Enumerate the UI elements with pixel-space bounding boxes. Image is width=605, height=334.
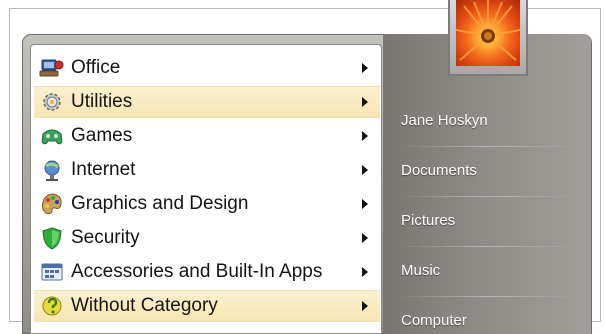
submenu-arrow-icon	[362, 267, 368, 277]
divider	[396, 196, 576, 197]
menu-item-without-category[interactable]: Without Category	[34, 290, 380, 322]
computer-link[interactable]: Computer	[401, 312, 467, 329]
menu-item-label: Utilities	[71, 91, 133, 112]
divider	[396, 146, 576, 147]
documents-link[interactable]: Documents	[401, 162, 477, 179]
menu-item-security[interactable]: Security	[34, 222, 380, 254]
menu-item-games[interactable]: Games	[34, 120, 380, 152]
divider	[396, 296, 576, 297]
utilities-gear-icon	[39, 89, 65, 115]
submenu-arrow-icon	[362, 97, 368, 107]
menu-item-internet[interactable]: Internet	[34, 154, 380, 186]
menu-item-label: Accessories and Built-In Apps	[71, 261, 323, 282]
menu-item-label: Internet	[71, 159, 136, 180]
start-menu-right-pane	[383, 34, 591, 334]
user-name-link[interactable]: Jane Hoskyn	[401, 112, 488, 129]
submenu-arrow-icon	[362, 165, 368, 175]
submenu-arrow-icon	[362, 233, 368, 243]
menu-item-graphics-and-design[interactable]: Graphics and Design	[34, 188, 380, 220]
accessories-app-icon	[39, 259, 65, 285]
menu-item-label: Office	[71, 57, 121, 78]
user-account-picture[interactable]	[448, 0, 528, 76]
divider	[396, 246, 576, 247]
office-icon	[39, 55, 65, 81]
menu-item-office[interactable]: Office	[34, 52, 380, 84]
submenu-arrow-icon	[362, 301, 368, 311]
without-category-icon	[39, 293, 65, 319]
menu-item-label: Without Category	[71, 295, 218, 316]
pictures-link[interactable]: Pictures	[401, 212, 455, 229]
menu-item-label: Games	[71, 125, 133, 146]
menu-item-utilities[interactable]: Utilities	[34, 86, 380, 118]
submenu-arrow-icon	[362, 63, 368, 73]
flower-image-icon	[456, 0, 520, 61]
internet-globe-icon	[39, 157, 65, 183]
games-controller-icon	[39, 123, 65, 149]
shield-icon	[39, 225, 65, 251]
menu-item-label: Graphics and Design	[71, 193, 249, 214]
menu-item-accessories-and-built-in-apps[interactable]: Accessories and Built-In Apps	[34, 256, 380, 288]
submenu-arrow-icon	[362, 199, 368, 209]
menu-item-label: Security	[71, 227, 140, 248]
palette-icon	[39, 191, 65, 217]
music-link[interactable]: Music	[401, 262, 440, 279]
submenu-arrow-icon	[362, 131, 368, 141]
